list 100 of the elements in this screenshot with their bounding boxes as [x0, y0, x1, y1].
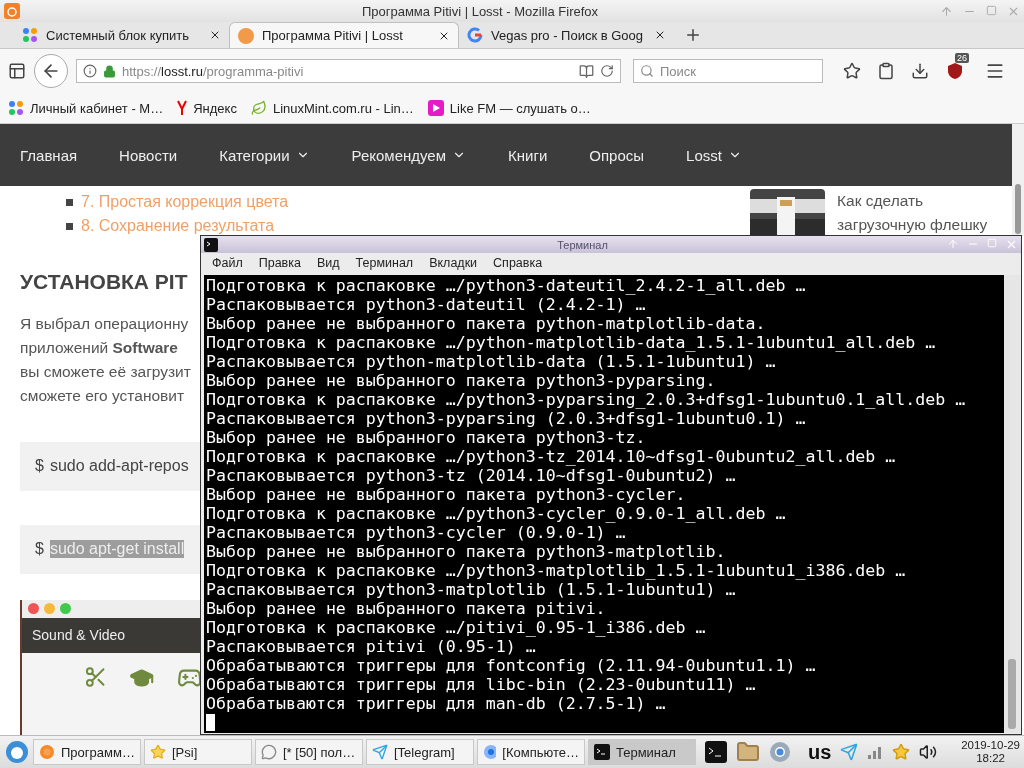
menu-icon[interactable] — [985, 61, 1005, 81]
tab-title: Программа Pitivi | Losst — [262, 28, 404, 43]
close-dot-icon — [28, 603, 39, 615]
scrollbar[interactable] — [1004, 275, 1020, 733]
zoom-dot-icon — [60, 603, 71, 615]
new-tab-icon[interactable] — [684, 26, 702, 44]
sidebar-icon[interactable] — [8, 62, 26, 80]
prompt-sign: $ — [35, 540, 44, 559]
bookmark-item[interactable]: Яндекс — [177, 100, 237, 116]
chromium-icon[interactable] — [769, 741, 791, 763]
close-icon[interactable] — [209, 29, 221, 41]
taskbar-button[interactable]: Программ… — [33, 739, 141, 765]
terminal-line: Подготовка к распаковке …/python3-pyparsing_2.0.3+dfsg1-1ubuntu0.1_all.deb … — [206, 390, 967, 409]
bookmark-star-icon[interactable] — [843, 62, 861, 80]
scrollbar[interactable] — [1012, 124, 1024, 236]
paragraph-line: приложений Software — [20, 338, 178, 358]
start-menu-icon[interactable] — [4, 740, 30, 764]
tab-title: Системный блок купить — [46, 27, 190, 43]
nav-link[interactable]: Книги — [508, 146, 590, 164]
speech-bubble-icon — [261, 744, 277, 760]
date-text: 2019-10-29 — [961, 739, 1020, 752]
bookmark-label: Яндекс — [193, 100, 237, 116]
url-text: https://losst.ru/programma-pitivi — [122, 63, 305, 79]
nav-link[interactable]: Опросы — [589, 146, 687, 164]
app-title: Sound & Video — [32, 627, 126, 644]
taskbar-button[interactable]: [* [50] пол… — [255, 739, 363, 765]
bullet-icon — [66, 222, 73, 230]
window-title: Программа Pitivi | Losst - Mozilla Firefox — [360, 3, 600, 19]
leaf-icon — [250, 100, 267, 116]
play-icon — [427, 100, 444, 116]
search-placeholder: Поиск — [660, 63, 697, 79]
terminal-line: Распаковывается pitivi (0.95-1) … — [206, 637, 537, 656]
info-icon[interactable] — [83, 64, 97, 78]
volume-icon[interactable] — [919, 743, 938, 761]
scroll-thumb[interactable] — [1015, 184, 1021, 234]
bullet-icon — [66, 198, 73, 206]
nav-link[interactable]: Losst — [686, 146, 784, 164]
terminal-line: Подготовка к распаковке …/python3-dateutil_2.4.2-1_all.deb … — [206, 276, 807, 295]
google-g-icon — [467, 27, 483, 43]
maximize-icon[interactable] — [986, 4, 997, 16]
terminal-icon — [204, 237, 218, 252]
menu-item[interactable]: Файл — [212, 256, 243, 270]
keyboard-layout[interactable]: us — [808, 740, 832, 764]
time-text: 18:22 — [976, 752, 1005, 765]
address-bar[interactable]: https://losst.ru/programma-pitivi — [76, 59, 621, 83]
taskbar-button[interactable]: [Компьюте… — [477, 739, 585, 765]
dots-icon — [22, 27, 38, 43]
folder-icon[interactable] — [736, 740, 760, 764]
paper-plane-icon[interactable] — [840, 743, 859, 761]
clock[interactable]: 2019-10-29 18:22 — [961, 739, 1020, 765]
paragraph-line: сможете его установит — [20, 386, 185, 406]
menu-item[interactable]: Вкладки — [429, 256, 478, 270]
menu-item[interactable]: Вид — [316, 256, 340, 270]
close-icon[interactable] — [654, 29, 666, 41]
keep-above-icon[interactable] — [940, 4, 953, 18]
download-icon[interactable] — [911, 62, 929, 80]
menu-item[interactable]: Терминал — [355, 256, 414, 270]
chromium-icon — [483, 744, 497, 760]
nav-link[interactable]: Рекомендуем — [351, 146, 508, 164]
taskbar-button[interactable]: [Psi] — [144, 739, 252, 765]
star-icon — [150, 744, 166, 760]
terminal-line: Выбор ранее не выбранного пакета python3-matplotlib. — [206, 542, 727, 561]
nav-link[interactable]: Главная — [20, 146, 120, 164]
terminal-line: Распаковывается python-matplotlib-data (1.5.1-1ubuntu1) … — [206, 352, 777, 371]
terminal-line: Выбор ранее не выбранного пакета python3-cycler. — [206, 485, 687, 504]
terminal-line: Выбор ранее не выбранного пакета python3-pyparsing. — [206, 371, 717, 390]
menu-item[interactable]: Справка — [493, 256, 543, 270]
post-title-line[interactable]: загрузочную флешку — [837, 213, 988, 237]
search-field[interactable]: Поиск — [633, 59, 823, 83]
nav-link[interactable]: Категории — [219, 146, 352, 164]
taskbar-button[interactable]: Терминал — [588, 739, 696, 765]
menu-item[interactable]: Правка — [258, 256, 301, 270]
text-cursor — [206, 714, 215, 731]
browser-tab[interactable]: Системный блок купить — [14, 22, 229, 48]
nav-link[interactable]: Новости — [119, 146, 220, 164]
terminal-line: Обрабатываются триггеры для man-db (2.7.5-1) … — [206, 694, 667, 713]
signal-bars-icon[interactable] — [867, 744, 884, 760]
lock-icon — [103, 64, 116, 78]
terminal-line: Подготовка к распаковке …/python3-cycler_0.9.0-1_all.deb … — [206, 504, 787, 523]
reload-icon[interactable] — [600, 64, 614, 78]
back-button[interactable] — [34, 54, 68, 88]
y-letter-icon — [177, 100, 188, 116]
scroll-thumb[interactable] — [1008, 659, 1016, 729]
terminal-line: Выбор ранее не выбранного пакета python3-tz. — [206, 428, 647, 447]
reader-view-icon[interactable] — [579, 63, 594, 79]
terminal-icon[interactable] — [705, 741, 727, 763]
terminal-line: Подготовка к распаковке …/python3-tz_2014.10~dfsg1-0ubuntu2_all.deb … — [206, 447, 897, 466]
taskbar-button[interactable]: [Telegram] — [366, 739, 474, 765]
search-icon — [640, 64, 654, 78]
count-badge: 26 — [955, 53, 969, 63]
shield-icon[interactable] — [947, 62, 963, 80]
clipboard-icon[interactable] — [877, 62, 895, 80]
section-heading: УСТАНОВКА PIT — [20, 270, 188, 294]
browser-tab[interactable]: Программа Pitivi | Losst — [229, 22, 459, 48]
paragraph-line: вы сможете её загрузит — [20, 362, 191, 382]
post-title-line[interactable]: Как сделать — [837, 189, 988, 213]
window-title: Терминал — [556, 238, 609, 251]
browser-tab[interactable]: Vegas pro - Поиск в Goog — [459, 22, 674, 48]
star-icon[interactable] — [892, 743, 911, 761]
terminal-line: Распаковывается python3-cycler (0.9.0-1) … — [206, 523, 627, 542]
